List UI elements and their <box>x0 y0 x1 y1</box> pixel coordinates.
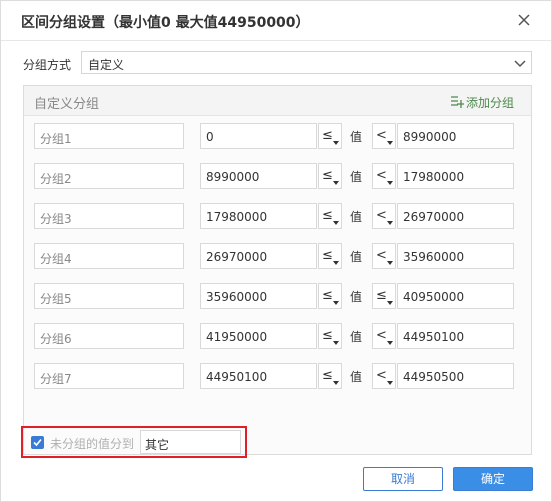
to-operator-select[interactable]: < <box>372 323 396 349</box>
chevron-down-icon <box>514 57 526 69</box>
caret-down-icon <box>387 141 393 145</box>
cancel-button[interactable]: 取消 <box>363 467 443 491</box>
to-operator-select[interactable]: < <box>372 203 396 229</box>
to-operator-select[interactable]: < <box>372 123 396 149</box>
group-name-input[interactable]: 分组5 <box>34 283 184 309</box>
custom-group-panel: 自定义分组 添加分组 分组1 0 ≤ 值 <8990000 分组2 8990000 ≤ 值 <17… <box>23 85 532 455</box>
caret-down-icon <box>333 141 339 145</box>
from-operator-symbol: ≤ <box>322 128 333 143</box>
group-from-input[interactable]: 35960000 <box>200 283 317 309</box>
caret-down-icon <box>387 381 393 385</box>
value-label: 值 <box>350 330 363 344</box>
caret-down-icon <box>333 301 339 305</box>
from-operator-select[interactable]: ≤ <box>318 243 342 269</box>
to-operator-select[interactable]: < <box>372 363 396 389</box>
from-operator-select[interactable]: ≤ <box>318 363 342 389</box>
to-operator-symbol: < <box>376 208 387 223</box>
close-icon[interactable] <box>516 12 532 28</box>
caret-down-icon <box>333 381 339 385</box>
custom-group-header: 自定义分组 添加分组 <box>24 86 531 116</box>
to-operator-symbol: < <box>376 128 387 143</box>
caret-down-icon <box>387 261 393 265</box>
group-to-input[interactable]: 17980000 <box>397 163 514 189</box>
group-name-input[interactable]: 分组1 <box>34 123 184 149</box>
caret-down-icon <box>387 301 393 305</box>
custom-group-title: 自定义分组 <box>34 97 100 112</box>
group-name-input[interactable]: 分组2 <box>34 163 184 189</box>
value-label: 值 <box>350 250 363 264</box>
to-operator-symbol: ≤ <box>376 288 387 303</box>
add-group-icon <box>450 95 464 109</box>
from-operator-symbol: ≤ <box>322 248 333 263</box>
caret-down-icon <box>387 341 393 345</box>
to-operator-symbol: < <box>376 248 387 263</box>
group-row: 分组7 44950100 ≤ 值 <44950500 <box>24 363 531 389</box>
to-operator-select[interactable]: < <box>372 163 396 189</box>
group-to-input[interactable]: 44950500 <box>397 363 514 389</box>
from-operator-symbol: ≤ <box>322 368 333 383</box>
group-from-input[interactable]: 44950100 <box>200 363 317 389</box>
from-operator-select[interactable]: ≤ <box>318 203 342 229</box>
group-name-input[interactable]: 分组4 <box>34 243 184 269</box>
group-to-input[interactable]: 8990000 <box>397 123 514 149</box>
value-label: 值 <box>350 370 363 384</box>
from-operator-select[interactable]: ≤ <box>318 163 342 189</box>
add-group-label: 添加分组 <box>466 96 515 110</box>
group-to-input[interactable]: 35960000 <box>397 243 514 269</box>
value-label: 值 <box>350 170 363 184</box>
to-operator-symbol: < <box>376 368 387 383</box>
group-mode-label: 分组方式 <box>23 58 72 72</box>
interval-group-dialog: 区间分组设置（最小值0 最大值44950000） 分组方式 自定义 自定义分组 … <box>0 0 552 502</box>
to-operator-select[interactable]: < <box>372 243 396 269</box>
group-from-input[interactable]: 0 <box>200 123 317 149</box>
group-name-input[interactable]: 分组3 <box>34 203 184 229</box>
group-to-input[interactable]: 40950000 <box>397 283 514 309</box>
from-operator-select[interactable]: ≤ <box>318 283 342 309</box>
ungrouped-label: 未分组的值分到 <box>50 437 135 451</box>
from-operator-symbol: ≤ <box>322 328 333 343</box>
caret-down-icon <box>333 181 339 185</box>
group-mode-select[interactable]: 自定义 <box>81 51 532 74</box>
group-name-input[interactable]: 分组7 <box>34 363 184 389</box>
group-row: 分组5 35960000 ≤ 值 ≤40950000 <box>24 283 531 309</box>
group-from-input[interactable]: 17980000 <box>200 203 317 229</box>
group-row: 分组1 0 ≤ 值 <8990000 <box>24 123 531 149</box>
dialog-title: 区间分组设置（最小值0 最大值44950000） <box>21 15 310 31</box>
ungrouped-checkbox[interactable] <box>31 436 44 449</box>
from-operator-symbol: ≤ <box>322 168 333 183</box>
group-from-input[interactable]: 8990000 <box>200 163 317 189</box>
group-from-input[interactable]: 41950000 <box>200 323 317 349</box>
group-name-input[interactable]: 分组6 <box>34 323 184 349</box>
group-row: 分组3 17980000 ≤ 值 <26970000 <box>24 203 531 229</box>
group-row: 分组4 26970000 ≤ 值 <35960000 <box>24 243 531 269</box>
group-to-input[interactable]: 44950100 <box>397 323 514 349</box>
to-operator-select[interactable]: ≤ <box>372 283 396 309</box>
caret-down-icon <box>387 181 393 185</box>
from-operator-select[interactable]: ≤ <box>318 323 342 349</box>
from-operator-symbol: ≤ <box>322 208 333 223</box>
ungrouped-values-row: 未分组的值分到 其它 <box>21 426 247 458</box>
value-label: 值 <box>350 290 363 304</box>
caret-down-icon <box>333 341 339 345</box>
from-operator-symbol: ≤ <box>322 288 333 303</box>
to-operator-symbol: < <box>376 168 387 183</box>
value-label: 值 <box>350 210 363 224</box>
from-operator-select[interactable]: ≤ <box>318 123 342 149</box>
group-row: 分组6 41950000 ≤ 值 <44950100 <box>24 323 531 349</box>
dialog-titlebar: 区间分组设置（最小值0 最大值44950000） <box>1 1 551 41</box>
group-row: 分组2 8990000 ≤ 值 <17980000 <box>24 163 531 189</box>
to-operator-symbol: < <box>376 328 387 343</box>
ungrouped-target-input[interactable]: 其它 <box>140 430 241 454</box>
caret-down-icon <box>333 221 339 225</box>
ok-button[interactable]: 确定 <box>453 467 533 491</box>
group-to-input[interactable]: 26970000 <box>397 203 514 229</box>
caret-down-icon <box>387 221 393 225</box>
group-from-input[interactable]: 26970000 <box>200 243 317 269</box>
value-label: 值 <box>350 130 363 144</box>
group-mode-value: 自定义 <box>88 58 125 72</box>
caret-down-icon <box>333 261 339 265</box>
